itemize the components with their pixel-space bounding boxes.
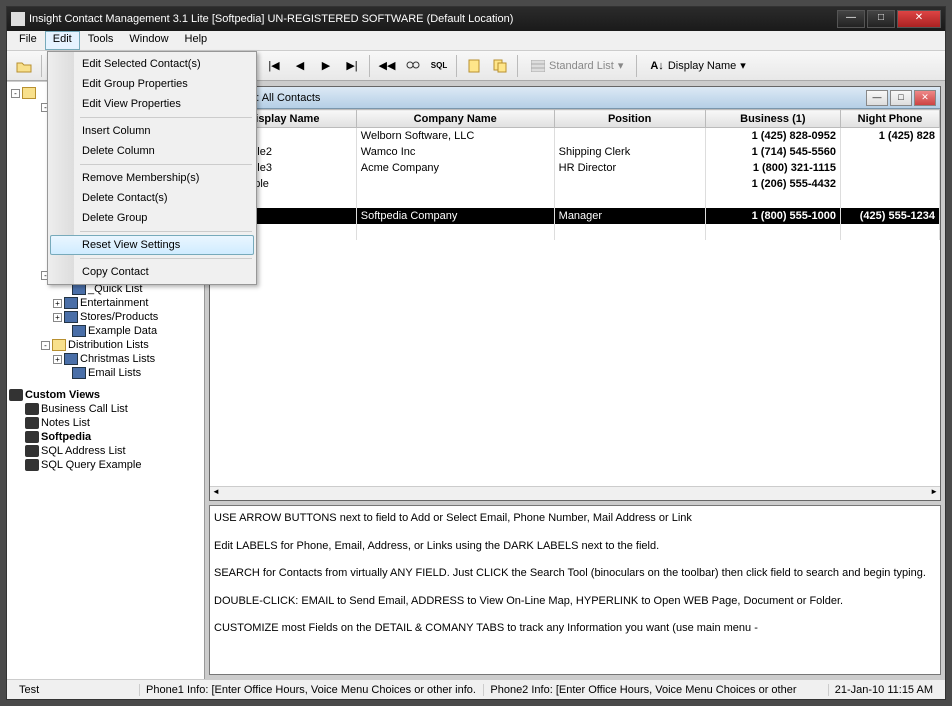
list-close-button[interactable]: ✕ (914, 90, 936, 106)
binoculars-icon (25, 403, 39, 415)
column-header[interactable]: Business (1) (705, 110, 840, 128)
grid-icon (72, 325, 86, 337)
grid-icon (64, 353, 78, 365)
folder-icon (22, 87, 36, 99)
grid-icon (72, 367, 86, 379)
expand-icon[interactable]: - (11, 89, 20, 98)
status-phone1: Phone1 Info: [Enter Office Hours, Voice … (139, 684, 477, 696)
open-button[interactable] (13, 55, 35, 77)
rewind-button[interactable]: ◀◀ (376, 55, 398, 77)
tree-item[interactable]: Email Lists (9, 366, 202, 380)
table-row[interactable]: s Example3Acme CompanyHR Director1 (800)… (211, 160, 940, 176)
tree-item[interactable]: +Entertainment (9, 296, 202, 310)
menu-edit[interactable]: Edit (45, 31, 80, 50)
table-row[interactable]: Welborn Software, LLC1 (425) 828-09521 (… (211, 128, 940, 144)
close-button[interactable]: ✕ (897, 10, 941, 28)
table-row[interactable]: s Example2Wamco IncShipping Clerk1 (714)… (211, 144, 940, 160)
table-row[interactable]: ia (211, 192, 940, 208)
titlebar[interactable]: Insight Contact Management 3.1 Lite [Sof… (7, 7, 945, 31)
search-icon[interactable] (402, 55, 424, 77)
list-title: dard List: All Contacts (214, 92, 866, 104)
table-row[interactable] (211, 224, 940, 240)
custom-view-item[interactable]: Business Call List (9, 402, 202, 416)
binoculars-icon (25, 417, 39, 429)
menu-window[interactable]: Window (121, 31, 176, 50)
display-name-label: Display Name (668, 60, 736, 72)
sql-button[interactable]: SQL (428, 55, 450, 77)
binoculars-icon (25, 431, 39, 443)
main-window: Insight Contact Management 3.1 Lite [Sof… (6, 6, 946, 700)
copy-button[interactable] (489, 55, 511, 77)
binoculars-icon (9, 389, 23, 401)
custom-view-item[interactable]: SQL Address List (9, 444, 202, 458)
custom-view-item[interactable]: Softpedia (9, 430, 202, 444)
tree-item[interactable]: +Christmas Lists (9, 352, 202, 366)
menu-file[interactable]: File (11, 31, 45, 50)
last-button[interactable]: ▶| (341, 55, 363, 77)
table-row[interactable]: al Example1 (206) 555-4432 (211, 176, 940, 192)
menu-item-delete-group[interactable]: Delete Group (50, 208, 254, 228)
expand-icon[interactable]: + (53, 313, 62, 322)
custom-view-item[interactable]: Notes List (9, 416, 202, 430)
next-button[interactable]: ▶ (315, 55, 337, 77)
list-minimize-button[interactable]: — (866, 90, 888, 106)
menu-tools[interactable]: Tools (80, 31, 122, 50)
menu-item-reset-view-settings[interactable]: Reset View Settings (50, 235, 254, 255)
statusbar: Test Phone1 Info: [Enter Office Hours, V… (7, 679, 945, 699)
status-left: Test (13, 684, 133, 696)
notes-panel[interactable]: USE ARROW BUTTONS next to field to Add o… (209, 505, 941, 675)
list-window: dard List: All Contacts — □ ✕ Display Na… (209, 86, 941, 501)
tree-item[interactable]: Example Data (9, 324, 202, 338)
expand-icon[interactable]: + (53, 355, 62, 364)
maximize-button[interactable]: □ (867, 10, 895, 28)
custom-view-item[interactable]: SQL Query Example (9, 458, 202, 472)
menu-item-remove-membership-s-[interactable]: Remove Membership(s) (50, 168, 254, 188)
tree-item[interactable]: +Stores/Products (9, 310, 202, 324)
prev-button[interactable]: ◀ (289, 55, 311, 77)
column-header[interactable]: Night Phone (841, 110, 940, 128)
note-button[interactable] (463, 55, 485, 77)
menu-item-delete-column[interactable]: Delete Column (50, 141, 254, 161)
expand-icon[interactable]: + (53, 299, 62, 308)
column-header[interactable]: Company Name (356, 110, 554, 128)
expand-icon[interactable]: - (41, 341, 50, 350)
menu-item-insert-column[interactable]: Insert Column (50, 121, 254, 141)
folder-icon (52, 339, 66, 351)
first-button[interactable]: |◀ (263, 55, 285, 77)
menu-item-edit-group-properties[interactable]: Edit Group Properties (50, 74, 254, 94)
column-header[interactable]: Position (554, 110, 705, 128)
binoculars-icon (25, 445, 39, 457)
edit-menu-dropdown: Edit Selected Contact(s)Edit Group Prope… (47, 51, 257, 285)
tree-item[interactable]: -Distribution Lists (9, 338, 202, 352)
window-title: Insight Contact Management 3.1 Lite [Sof… (29, 13, 837, 25)
app-icon (11, 12, 25, 26)
status-phone2: Phone2 Info: [Enter Office Hours, Voice … (483, 684, 821, 696)
menu-item-edit-selected-contact-s-[interactable]: Edit Selected Contact(s) (50, 54, 254, 74)
binoculars-icon (25, 459, 39, 471)
menu-help[interactable]: Help (177, 31, 216, 50)
contact-grid[interactable]: Display NameCompany NamePositionBusiness… (210, 109, 940, 486)
standard-list-label: Standard List (549, 60, 614, 72)
custom-views-header[interactable]: Custom Views (9, 388, 202, 402)
minimize-button[interactable]: — (837, 10, 865, 28)
table-row[interactable]: ia TestSoftpedia CompanyManager1 (800) 5… (211, 208, 940, 224)
horizontal-scrollbar[interactable] (210, 486, 940, 500)
menubar: FileEditToolsWindowHelp Edit Selected Co… (7, 31, 945, 51)
status-date: 21-Jan-10 11:15 AM (828, 684, 939, 696)
list-titlebar[interactable]: dard List: All Contacts — □ ✕ (210, 87, 940, 109)
menu-item-edit-view-properties[interactable]: Edit View Properties (50, 94, 254, 114)
grid-icon (64, 311, 78, 323)
menu-item-copy-contact[interactable]: Copy Contact (50, 262, 254, 282)
menu-item-delete-contact-s-[interactable]: Delete Contact(s) (50, 188, 254, 208)
list-maximize-button[interactable]: □ (890, 90, 912, 106)
grid-icon (64, 297, 78, 309)
display-name-dropdown[interactable]: A↓ Display Name ▾ (643, 55, 752, 77)
standard-list-dropdown[interactable]: Standard List ▾ (524, 55, 630, 77)
